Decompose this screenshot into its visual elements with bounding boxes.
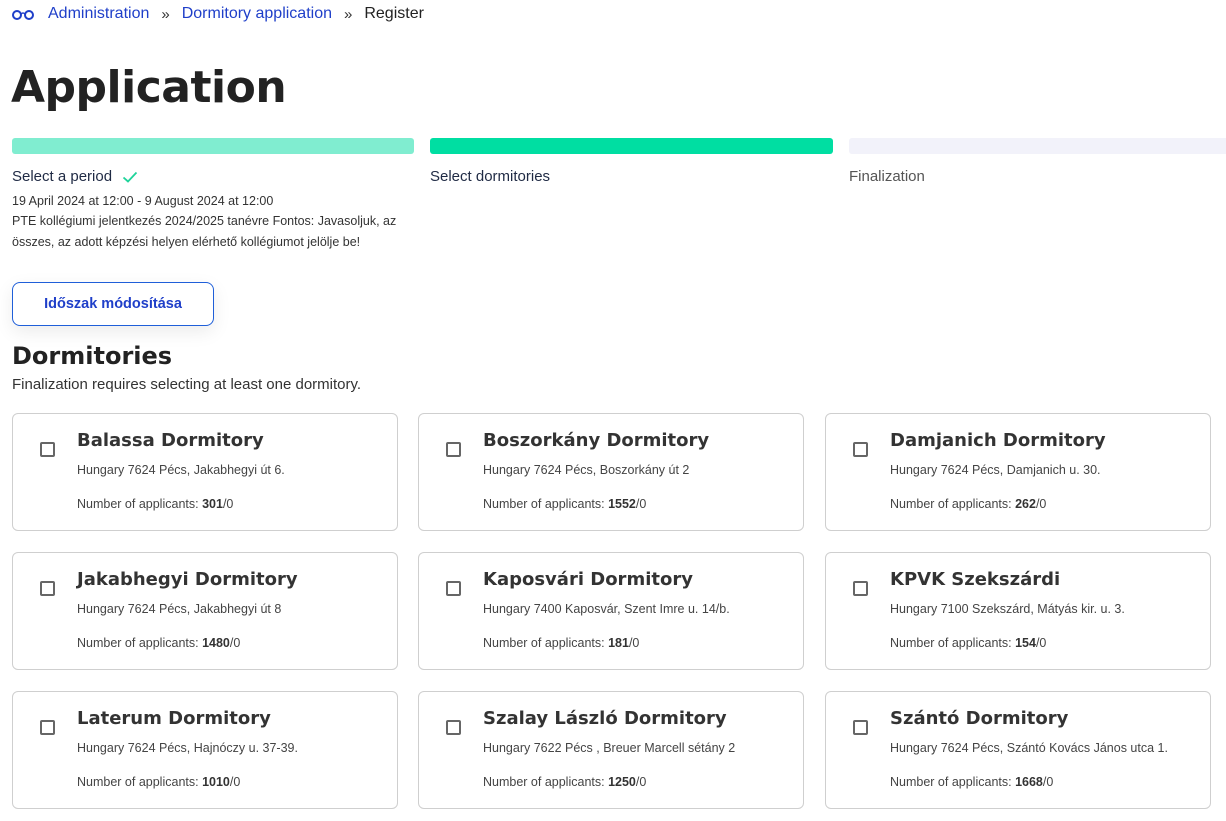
applicants-label: Number of applicants: <box>483 497 605 511</box>
breadcrumb-separator: » <box>344 5 353 23</box>
dormitory-address: Hungary 7624 Pécs, Damjanich u. 30. <box>890 463 1101 477</box>
applicants-capacity: /0 <box>628 636 640 650</box>
dormitory-address: Hungary 7624 Pécs, Jakabhegyi út 6. <box>77 463 285 477</box>
section-title: Dormitories <box>12 342 173 370</box>
dormitory-checkbox[interactable] <box>40 442 55 457</box>
applicants-count: 181 <box>608 636 629 650</box>
dormitory-card[interactable]: KPVK Szekszárdi Hungary 7100 Szekszárd, M… <box>825 552 1211 670</box>
applicants-count: 154 <box>1015 636 1036 650</box>
applicants-label: Number of applicants: <box>890 636 1012 650</box>
breadcrumb-separator: » <box>161 5 170 23</box>
applicants-label: Number of applicants: <box>77 497 199 511</box>
breadcrumb-dormitory-application[interactable]: Dormitory application <box>182 5 332 23</box>
step-bar-dormitories <box>430 138 833 154</box>
dormitory-name: KPVK Szekszárdi <box>890 569 1061 590</box>
dormitory-card[interactable]: Jakabhegyi Dormitory Hungary 7624 Pécs, J… <box>12 552 398 670</box>
dormitory-name: Boszorkány Dormitory <box>483 430 710 451</box>
dormitory-name: Szántó Dormitory <box>890 708 1069 729</box>
applicants-count: 1552 <box>608 497 636 511</box>
applicants-label: Number of applicants: <box>483 775 605 789</box>
applicants-count: 1668 <box>1015 775 1043 789</box>
applicants-count: 1250 <box>608 775 636 789</box>
applicants-label: Number of applicants: <box>483 636 605 650</box>
period-date-range: 19 April 2024 at 12:00 - 9 August 2024 a… <box>12 194 274 208</box>
step-label: Finalization <box>849 168 1226 185</box>
dormitory-address: Hungary 7622 Pécs , Breuer Marcell sétán… <box>483 741 736 755</box>
dormitory-checkbox[interactable] <box>853 720 868 735</box>
dormitory-card[interactable]: Szalay László Dormitory Hungary 7622 Pécs… <box>418 691 804 809</box>
dormitory-address: Hungary 7624 Pécs, Szántó Kovács János u… <box>890 741 1168 755</box>
applicants-label: Number of applicants: <box>77 636 199 650</box>
dormitory-applicants: Number of applicants: 1552/0 <box>483 497 646 511</box>
dormitory-name: Kaposvári Dormitory <box>483 569 693 590</box>
page-title: Application <box>11 62 287 113</box>
dormitory-checkbox[interactable] <box>40 720 55 735</box>
dormitory-applicants: Number of applicants: 1480/0 <box>77 636 240 650</box>
dormitory-checkbox[interactable] <box>40 581 55 596</box>
step-label: Select a period <box>12 168 414 185</box>
step-label: Select dormitories <box>430 168 833 185</box>
step-select-dormitories: Select dormitories <box>430 138 833 185</box>
section-subtitle: Finalization requires selecting at least… <box>12 376 362 393</box>
applicants-capacity: /0 <box>635 775 647 789</box>
dormitory-checkbox[interactable] <box>853 442 868 457</box>
step-select-period: Select a period 19 April 2024 at 12:00 -… <box>12 138 414 253</box>
applicants-capacity: /0 <box>222 497 234 511</box>
dormitory-applicants: Number of applicants: 181/0 <box>483 636 639 650</box>
dormitory-applicants: Number of applicants: 1010/0 <box>77 775 240 789</box>
dormitory-card[interactable]: Balassa Dormitory Hungary 7624 Pécs, Jaka… <box>12 413 398 531</box>
step-finalization: Finalization <box>849 138 1226 185</box>
dormitory-name: Szalay László Dormitory <box>483 708 727 729</box>
dormitory-card[interactable]: Kaposvári Dormitory Hungary 7400 Kaposvár… <box>418 552 804 670</box>
dormitory-card[interactable]: Damjanich Dormitory Hungary 7624 Pécs, Da… <box>825 413 1211 531</box>
breadcrumb-register: Register <box>364 5 424 22</box>
dormitory-address: Hungary 7100 Szekszárd, Mátyás kir. u. 3… <box>890 602 1125 616</box>
dormitory-card[interactable]: Szántó Dormitory Hungary 7624 Pécs, Szánt… <box>825 691 1211 809</box>
period-description: PTE kollégiumi jelentkezés 2024/2025 tan… <box>12 214 397 249</box>
dormitory-applicants: Number of applicants: 301/0 <box>77 497 233 511</box>
step-title: Select a period <box>12 168 113 185</box>
dormitory-address: Hungary 7624 Pécs, Hajnóczy u. 37-39. <box>77 741 298 755</box>
dormitory-name: Laterum Dormitory <box>77 708 271 729</box>
dormitory-checkbox[interactable] <box>446 442 461 457</box>
breadcrumb: Administration » Dormitory application »… <box>12 4 424 24</box>
applicants-count: 262 <box>1015 497 1036 511</box>
applicants-label: Number of applicants: <box>890 497 1012 511</box>
glasses-icon <box>12 10 34 20</box>
applicants-count: 1010 <box>202 775 230 789</box>
applicants-capacity: /0 <box>229 775 241 789</box>
applicants-capacity: /0 <box>1035 497 1047 511</box>
step-title: Select dormitories <box>430 168 551 185</box>
dormitory-applicants: Number of applicants: 154/0 <box>890 636 1046 650</box>
dormitory-address: Hungary 7624 Pécs, Jakabhegyi út 8 <box>77 602 282 616</box>
applicants-capacity: /0 <box>1035 636 1047 650</box>
step-bar-period <box>12 138 414 154</box>
dormitory-card[interactable]: Boszorkány Dormitory Hungary 7624 Pécs, B… <box>418 413 804 531</box>
applicants-count: 301 <box>202 497 223 511</box>
dormitory-applicants: Number of applicants: 1668/0 <box>890 775 1053 789</box>
step-title: Finalization <box>849 168 925 185</box>
dormitory-applicants: Number of applicants: 1250/0 <box>483 775 646 789</box>
check-icon <box>122 171 138 183</box>
dormitory-card[interactable]: Laterum Dormitory Hungary 7624 Pécs, Hajn… <box>12 691 398 809</box>
dormitory-applicants: Number of applicants: 262/0 <box>890 497 1046 511</box>
applicants-capacity: /0 <box>229 636 241 650</box>
applicants-count: 1480 <box>202 636 230 650</box>
dormitory-checkbox[interactable] <box>853 581 868 596</box>
dormitory-name: Balassa Dormitory <box>77 430 264 451</box>
dormitory-address: Hungary 7624 Pécs, Boszorkány út 2 <box>483 463 690 477</box>
dormitory-checkbox[interactable] <box>446 720 461 735</box>
dormitory-address: Hungary 7400 Kaposvár, Szent Imre u. 14/… <box>483 602 730 616</box>
dormitory-checkbox[interactable] <box>446 581 461 596</box>
step-bar-finalization <box>849 138 1226 154</box>
breadcrumb-administration[interactable]: Administration <box>48 5 149 23</box>
applicants-label: Number of applicants: <box>77 775 199 789</box>
applicants-label: Number of applicants: <box>890 775 1012 789</box>
applicants-capacity: /0 <box>1042 775 1054 789</box>
change-period-button[interactable]: Időszak módosítása <box>12 282 214 326</box>
dormitory-name: Damjanich Dormitory <box>890 430 1106 451</box>
dormitory-name: Jakabhegyi Dormitory <box>77 569 298 590</box>
applicants-capacity: /0 <box>635 497 647 511</box>
